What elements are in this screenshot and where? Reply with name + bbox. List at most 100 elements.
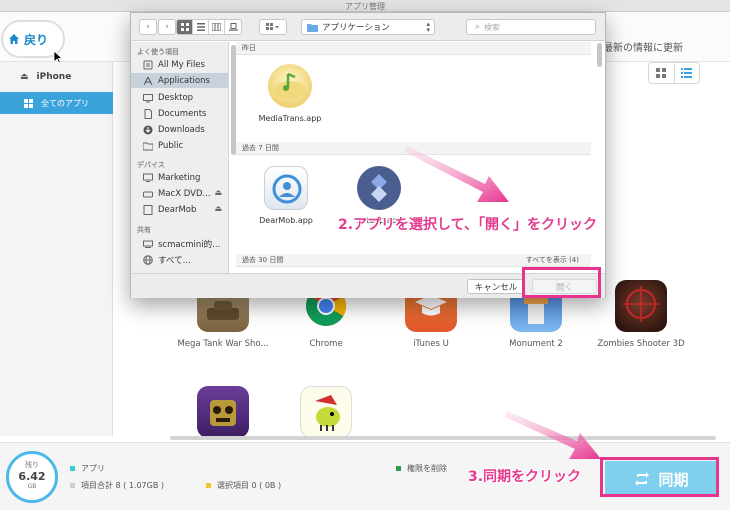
file-item-mediatrans[interactable]: MediaTrans.app — [250, 64, 330, 123]
dialog-sidebar: よく使う項目 All My Files Applications Desktop… — [131, 42, 229, 273]
sidebar-item-label: 全てのアプリ — [41, 98, 89, 108]
legend-dot — [70, 483, 75, 488]
legend-selected-label: 選択項目 0 ( 0B ) — [217, 481, 282, 490]
horizontal-scrollbar[interactable] — [170, 436, 716, 440]
eject-icon[interactable]: ⏏ — [214, 204, 222, 213]
chevron-left-icon: ‹ — [146, 22, 150, 32]
sync-highlight-box — [600, 457, 719, 497]
sidebar-item-shared-all[interactable]: すべて... — [131, 252, 228, 267]
arrange-icon — [266, 23, 279, 30]
sidebar-item-label: All My Files — [158, 59, 205, 70]
back-nav-button[interactable]: ‹ — [139, 19, 157, 35]
sidebar-item-marketing[interactable]: Marketing — [131, 170, 228, 185]
open-highlight-box — [522, 267, 601, 298]
sidebar-item-all-apps[interactable]: 全てのアプリ — [0, 92, 113, 114]
sidebar-item-macx-dvd[interactable]: MacX DVD... ⏏ — [131, 186, 228, 201]
sidebar-item-label: Documents — [158, 108, 207, 119]
file-name: DearMob.app — [259, 216, 313, 225]
sidebar-item-label: Applications — [158, 75, 210, 86]
sidebar-device[interactable]: ⏏ iPhone — [0, 66, 113, 88]
location-dropdown[interactable]: アプリケーション ▴ ▾ — [301, 19, 435, 35]
legend-apps-label: アプリ — [81, 464, 105, 473]
step3-annotation: 3.同期をクリック — [468, 469, 582, 485]
desktop-icon — [143, 93, 153, 103]
pointer-arrow-lower — [505, 411, 601, 459]
list-view-button[interactable] — [673, 63, 700, 83]
file-browser-scrollbar[interactable] — [597, 43, 602, 67]
pointer-arrow-upper — [405, 146, 509, 202]
legend-dot — [206, 483, 211, 488]
legend-total-label: 項目合計 8 ( 1.07GB ) — [81, 481, 165, 490]
computer-icon — [143, 173, 153, 183]
drive-icon — [143, 204, 153, 215]
sidebar-item-label: Desktop — [158, 92, 194, 103]
doodle-jump-icon — [300, 386, 352, 438]
grid-icon — [180, 23, 189, 31]
dialog-toolbar: ‹ › アプリケーション ▴ ▾ ⌕ 検索 — [131, 13, 605, 41]
zombie-icon — [615, 280, 667, 332]
sidebar: ⏏ iPhone 全てのアプリ — [0, 62, 113, 436]
sidebar-item-downloads[interactable]: Downloads — [131, 122, 228, 137]
sidebar-item-documents[interactable]: Documents — [131, 106, 228, 121]
sidebar-item-label: すべて... — [158, 255, 191, 266]
group-header-label: 昨日 — [242, 44, 256, 52]
storage-gauge: 残り 6.42 GB — [6, 451, 58, 503]
app-name: iTunes U — [413, 339, 449, 349]
devices-header: デバイス — [137, 161, 165, 169]
sidebar-item-shared-mac[interactable]: scmacmini的... — [131, 236, 228, 251]
temple-run-icon — [197, 386, 249, 438]
app-name: Chrome — [309, 339, 343, 349]
sidebar-item-all-my-files[interactable]: All My Files — [131, 57, 228, 72]
storage-label: 残り — [25, 461, 39, 469]
search-input[interactable]: ⌕ 検索 — [466, 19, 596, 35]
list-view-button[interactable] — [193, 20, 209, 34]
app-name: Mega Tank War Sho... — [177, 339, 269, 349]
location-label: アプリケーション — [322, 23, 390, 33]
sidebar-item-label: Downloads — [158, 124, 205, 135]
eject-icon: ⏏ — [20, 72, 29, 82]
group-header-label: 過去 7 日間 — [242, 144, 279, 152]
download-icon — [143, 125, 153, 135]
sidebar-item-dearmob[interactable]: DearMob ⏏ — [131, 202, 228, 217]
home-icon — [9, 34, 19, 44]
window-title: アプリ管理 — [345, 2, 385, 11]
sidebar-item-label: DearMob — [158, 204, 197, 215]
eject-icon[interactable]: ⏏ — [214, 188, 222, 197]
shared-header: 共有 — [137, 226, 151, 234]
grid-view-button[interactable] — [649, 63, 674, 83]
cancel-button[interactable]: キャンセル — [467, 279, 525, 294]
sidebar-item-desktop[interactable]: Desktop — [131, 90, 228, 105]
apps-icon — [24, 98, 33, 108]
sidebar-item-applications[interactable]: Applications — [131, 73, 228, 88]
legend-apps: アプリ — [70, 463, 105, 474]
sidebar-item-label: Public — [158, 140, 184, 151]
device-name: iPhone — [36, 72, 72, 82]
grid-icon — [656, 68, 667, 78]
folder-icon — [307, 23, 318, 32]
mediatrans-app-icon — [268, 64, 312, 108]
sidebar-item-public[interactable]: Public — [131, 138, 228, 153]
sidebar-item-label: Marketing — [158, 172, 201, 183]
show-all-link[interactable]: すべてを表示 (4) — [526, 255, 579, 265]
sidebar-item-label: MacX DVD... — [158, 188, 211, 199]
legend-delete-label: 権限を削除 — [407, 464, 447, 473]
cover-flow-button[interactable] — [225, 20, 241, 34]
legend-selected: 選択項目 0 ( 0B ) — [206, 480, 281, 491]
file-open-dialog: ‹ › アプリケーション ▴ ▾ ⌕ 検索 よく使う項目 All My File… — [130, 12, 606, 298]
public-folder-icon — [143, 141, 153, 151]
forward-nav-button[interactable]: › — [158, 19, 176, 35]
storage-value: 6.42 — [18, 470, 46, 483]
setapp-app-icon — [357, 166, 401, 210]
icon-view-button[interactable] — [177, 20, 193, 34]
dearmob-app-icon — [264, 166, 308, 210]
view-mode-segment — [176, 19, 242, 35]
search-placeholder: 検索 — [484, 22, 501, 32]
search-icon: ⌕ — [475, 22, 481, 32]
step2-annotation: 2.アプリを選択して、「開く」をクリック — [338, 217, 597, 233]
column-view-button[interactable] — [209, 20, 225, 34]
file-item-dearmob[interactable]: DearMob.app — [246, 166, 326, 225]
cover-flow-icon — [228, 23, 238, 31]
refresh-info-link[interactable]: 最新の情報に更新 — [603, 39, 683, 54]
arrange-button[interactable] — [259, 19, 287, 35]
globe-icon — [143, 254, 153, 265]
